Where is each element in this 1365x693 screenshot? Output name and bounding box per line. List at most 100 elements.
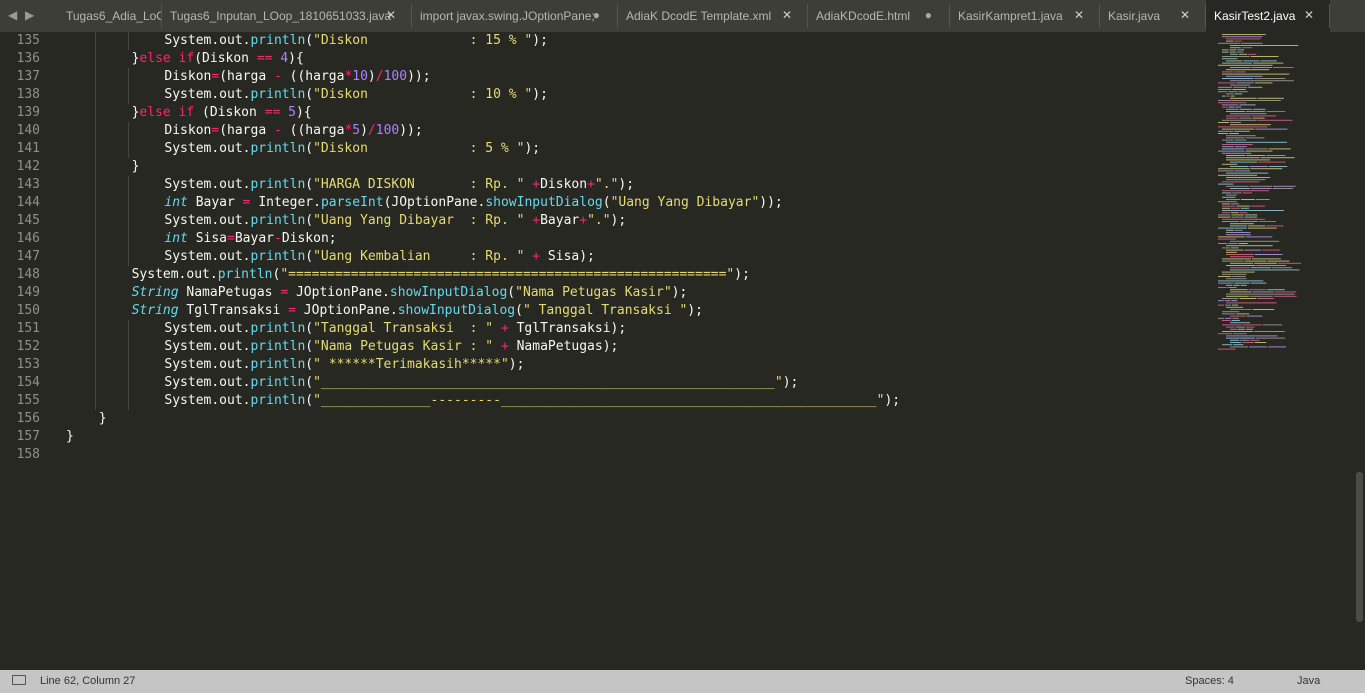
code-token: else if	[139, 105, 195, 120]
indent-guide	[127, 338, 129, 356]
minimap-line	[1226, 251, 1237, 253]
unsaved-dot-icon[interactable]: ●	[593, 8, 600, 22]
unsaved-dot-icon[interactable]: ●	[925, 8, 932, 22]
tab-8[interactable]: KasirTest2.java ✕	[1206, 0, 1330, 32]
minimap-line	[1226, 306, 1244, 308]
vertical-scrollbar[interactable]	[1354, 32, 1365, 670]
tab-2[interactable]: Tugas6_Inputan_LOop_1810651033.java ✕	[162, 0, 412, 32]
indent-guide	[94, 104, 96, 122]
code-line[interactable]: 153 System.out.println(" ******Terimakasi…	[0, 356, 1200, 374]
indent-guide	[94, 338, 96, 356]
minimap-line	[1258, 221, 1277, 222]
code-token: println	[250, 393, 306, 408]
code-token: )	[360, 123, 368, 138]
code-text: }	[99, 410, 107, 428]
close-icon[interactable]: ✕	[386, 8, 396, 22]
code-line[interactable]: 143 System.out.println("HARGA DISKON : Rp…	[0, 176, 1200, 194]
code-line[interactable]: 154 System.out.println("_________________…	[0, 374, 1200, 392]
code-line[interactable]: 135 System.out.println("Diskon : 15 % ");	[0, 32, 1200, 50]
code-token: println	[250, 249, 306, 264]
cursor-position[interactable]: Line 62, Column 27	[40, 675, 135, 687]
minimap-line	[1242, 342, 1254, 343]
code-token: =	[227, 231, 235, 246]
minimap-line	[1222, 344, 1233, 346]
code-line[interactable]: 139}else if (Diskon == 5){	[0, 104, 1200, 122]
indent-guide	[94, 230, 96, 248]
code-line[interactable]: 144 int Bayar = Integer.parseInt(JOptionP…	[0, 194, 1200, 212]
nav-arrows-icon[interactable]: ◀ ▶	[8, 8, 36, 22]
minimap-line	[1222, 34, 1266, 35]
code-line[interactable]: 146 int Sisa=Bayar-Diskon;	[0, 230, 1200, 248]
code-token: println	[250, 33, 306, 48]
minimap[interactable]	[1216, 32, 1352, 352]
close-icon[interactable]: ✕	[1180, 8, 1190, 22]
code-line[interactable]: 149 String NamaPetugas = JOptionPane.show…	[0, 284, 1200, 302]
minimap-line	[1226, 172, 1269, 174]
code-token: +	[532, 177, 541, 192]
tab-1[interactable]: Tugas6_Adia_LoOp	[58, 0, 162, 32]
indentation-setting[interactable]: Spaces: 4	[1185, 675, 1234, 687]
code-line[interactable]: 157}	[0, 428, 1200, 446]
code-token: -	[273, 123, 282, 138]
code-line[interactable]: 151 System.out.println("Tanggal Transaksi…	[0, 320, 1200, 338]
minimap-line	[1240, 221, 1258, 222]
minimap-line	[1228, 106, 1235, 108]
tab-5[interactable]: AdiaKDcodE.html ●	[808, 0, 950, 32]
minimap-line	[1230, 161, 1258, 163]
code-text: System.out.println("HARGA DISKON : Rp. "…	[164, 176, 634, 194]
tab-label: KasirKampret1.java	[958, 9, 1063, 23]
code-token: "."	[594, 177, 619, 192]
line-number: 138	[16, 87, 40, 102]
code-line[interactable]: 141 System.out.println("Diskon : 5 % ");	[0, 140, 1200, 158]
line-number: 155	[16, 393, 40, 408]
minimap-line	[1218, 64, 1273, 66]
code-editor[interactable]: 135 System.out.println("Diskon : 15 % ");…	[0, 32, 1354, 670]
code-text: System.out.println("Diskon : 10 % ");	[164, 86, 548, 104]
minimap-line	[1248, 53, 1257, 55]
code-line[interactable]: 150 String TglTransaksi = JOptionPane.sho…	[0, 302, 1200, 320]
minimap-line	[1250, 282, 1267, 284]
indent-guide	[127, 230, 129, 248]
minimap-line	[1222, 56, 1250, 57]
tab-7[interactable]: Kasir.java ✕	[1100, 0, 1206, 32]
code-line[interactable]: 156}	[0, 410, 1200, 428]
tab-3[interactable]: import javax.swing.JOptionPane; ●	[412, 0, 618, 32]
close-icon[interactable]: ✕	[782, 8, 792, 22]
code-token: (	[305, 321, 314, 336]
code-token: =	[288, 303, 296, 318]
minimap-line	[1222, 104, 1239, 106]
code-line[interactable]: 152 System.out.println("Nama Petugas Kasi…	[0, 338, 1200, 356]
code-line[interactable]: 142}	[0, 158, 1200, 176]
code-line[interactable]: 137 Diskon=(harga - ((harga*10)/100));	[0, 68, 1200, 86]
code-line[interactable]: 147 System.out.println("Uang Kembalian : …	[0, 248, 1200, 266]
code-token: ((harga	[281, 69, 345, 84]
minimap-line	[1266, 155, 1286, 156]
code-token: (	[305, 141, 314, 156]
code-line[interactable]: 158	[0, 446, 1200, 464]
code-token: Sisa	[187, 231, 228, 246]
code-line[interactable]: 155 System.out.println("______________---…	[0, 392, 1200, 410]
scrollbar-thumb[interactable]	[1356, 472, 1363, 622]
minimap-line	[1266, 111, 1286, 112]
code-token: 100	[383, 69, 408, 84]
close-icon[interactable]: ✕	[1304, 8, 1314, 22]
minimap-line	[1222, 207, 1231, 209]
minimap-line	[1255, 199, 1270, 200]
code-line[interactable]: 138 System.out.println("Diskon : 10 % ");	[0, 86, 1200, 104]
syntax-mode[interactable]: Java	[1297, 675, 1320, 687]
code-token: Bayar	[540, 213, 580, 228]
code-line[interactable]: 140 Diskon=(harga - ((harga*5)/100));	[0, 122, 1200, 140]
code-token: Integer.	[250, 195, 321, 210]
code-line[interactable]: 145 System.out.println("Uang Yang Dibayar…	[0, 212, 1200, 230]
tab-4[interactable]: AdiaK DcodE Template.xml ✕	[618, 0, 808, 32]
code-token: "______________---------________________…	[313, 393, 885, 408]
code-text: System.out.println("Diskon : 15 % ");	[164, 32, 548, 50]
code-line[interactable]: 148 System.out.println("=================…	[0, 266, 1200, 284]
close-icon[interactable]: ✕	[1074, 8, 1084, 22]
minimap-line	[1222, 190, 1269, 192]
panel-toggle-icon[interactable]	[12, 675, 26, 685]
code-line[interactable]: 136}else if(Diskon == 4){	[0, 50, 1200, 68]
minimap-line	[1246, 111, 1266, 112]
minimap-line	[1242, 192, 1252, 194]
tab-6[interactable]: KasirKampret1.java ✕	[950, 0, 1100, 32]
